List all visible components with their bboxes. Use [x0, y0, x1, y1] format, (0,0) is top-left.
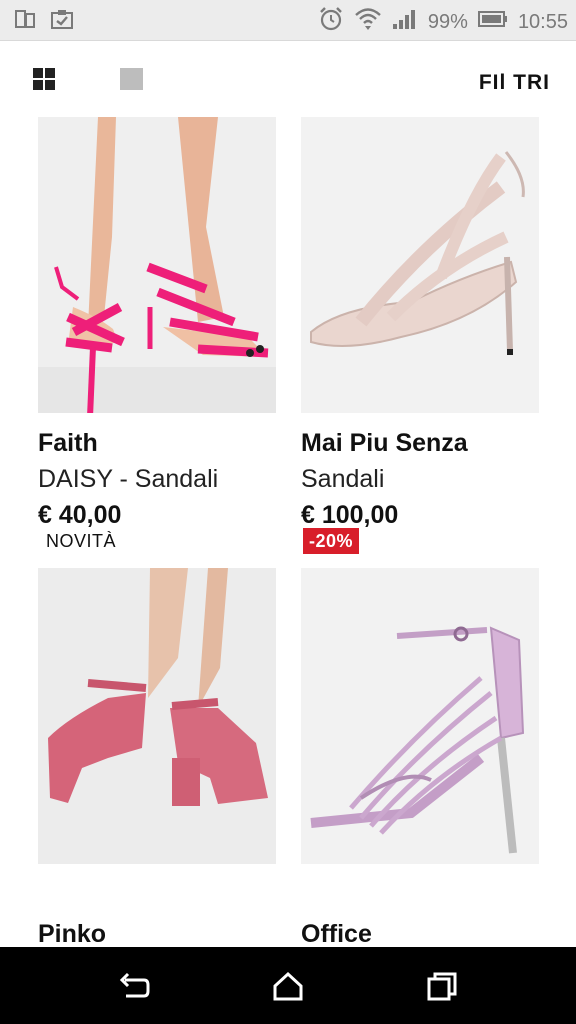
- product-image[interactable]: [301, 117, 539, 413]
- screen-mirror-icon: [14, 8, 36, 35]
- grid-view-icon[interactable]: [33, 68, 55, 90]
- battery-icon: [477, 10, 508, 34]
- battery-percent: 99%: [427, 10, 468, 33]
- product-price: € 100,00: [301, 501, 399, 529]
- product-name: DAISY - Sandali: [38, 465, 219, 493]
- navigation-bar: [0, 947, 576, 1024]
- signal-icon: [392, 8, 418, 36]
- product-name: Sandali: [301, 465, 385, 493]
- product-brand: Pinko: [38, 920, 107, 948]
- home-icon[interactable]: [270, 969, 306, 1005]
- product-price: € 40,00: [38, 501, 122, 529]
- clipboard-check-icon: [50, 8, 74, 35]
- alarm-icon: [318, 6, 344, 38]
- filter-button[interactable]: FIl TRI: [479, 71, 550, 95]
- wifi-icon: [354, 6, 382, 38]
- toolbar: FIl TRI: [0, 41, 576, 117]
- new-badge: NOVITÀ: [40, 528, 123, 554]
- product-image[interactable]: [301, 568, 539, 864]
- product-image[interactable]: [38, 117, 276, 413]
- discount-badge: -20%: [303, 528, 360, 554]
- status-bar: 99% 10:55: [0, 0, 576, 41]
- product-brand: Faith: [38, 429, 98, 457]
- recents-icon[interactable]: [424, 969, 460, 1005]
- back-icon[interactable]: [116, 969, 152, 1005]
- clock: 10:55: [517, 10, 568, 33]
- product-brand: Mai Piu Senza: [301, 429, 468, 457]
- single-view-icon[interactable]: [120, 68, 143, 90]
- product-brand: Office: [301, 920, 372, 948]
- product-image[interactable]: [38, 568, 276, 864]
